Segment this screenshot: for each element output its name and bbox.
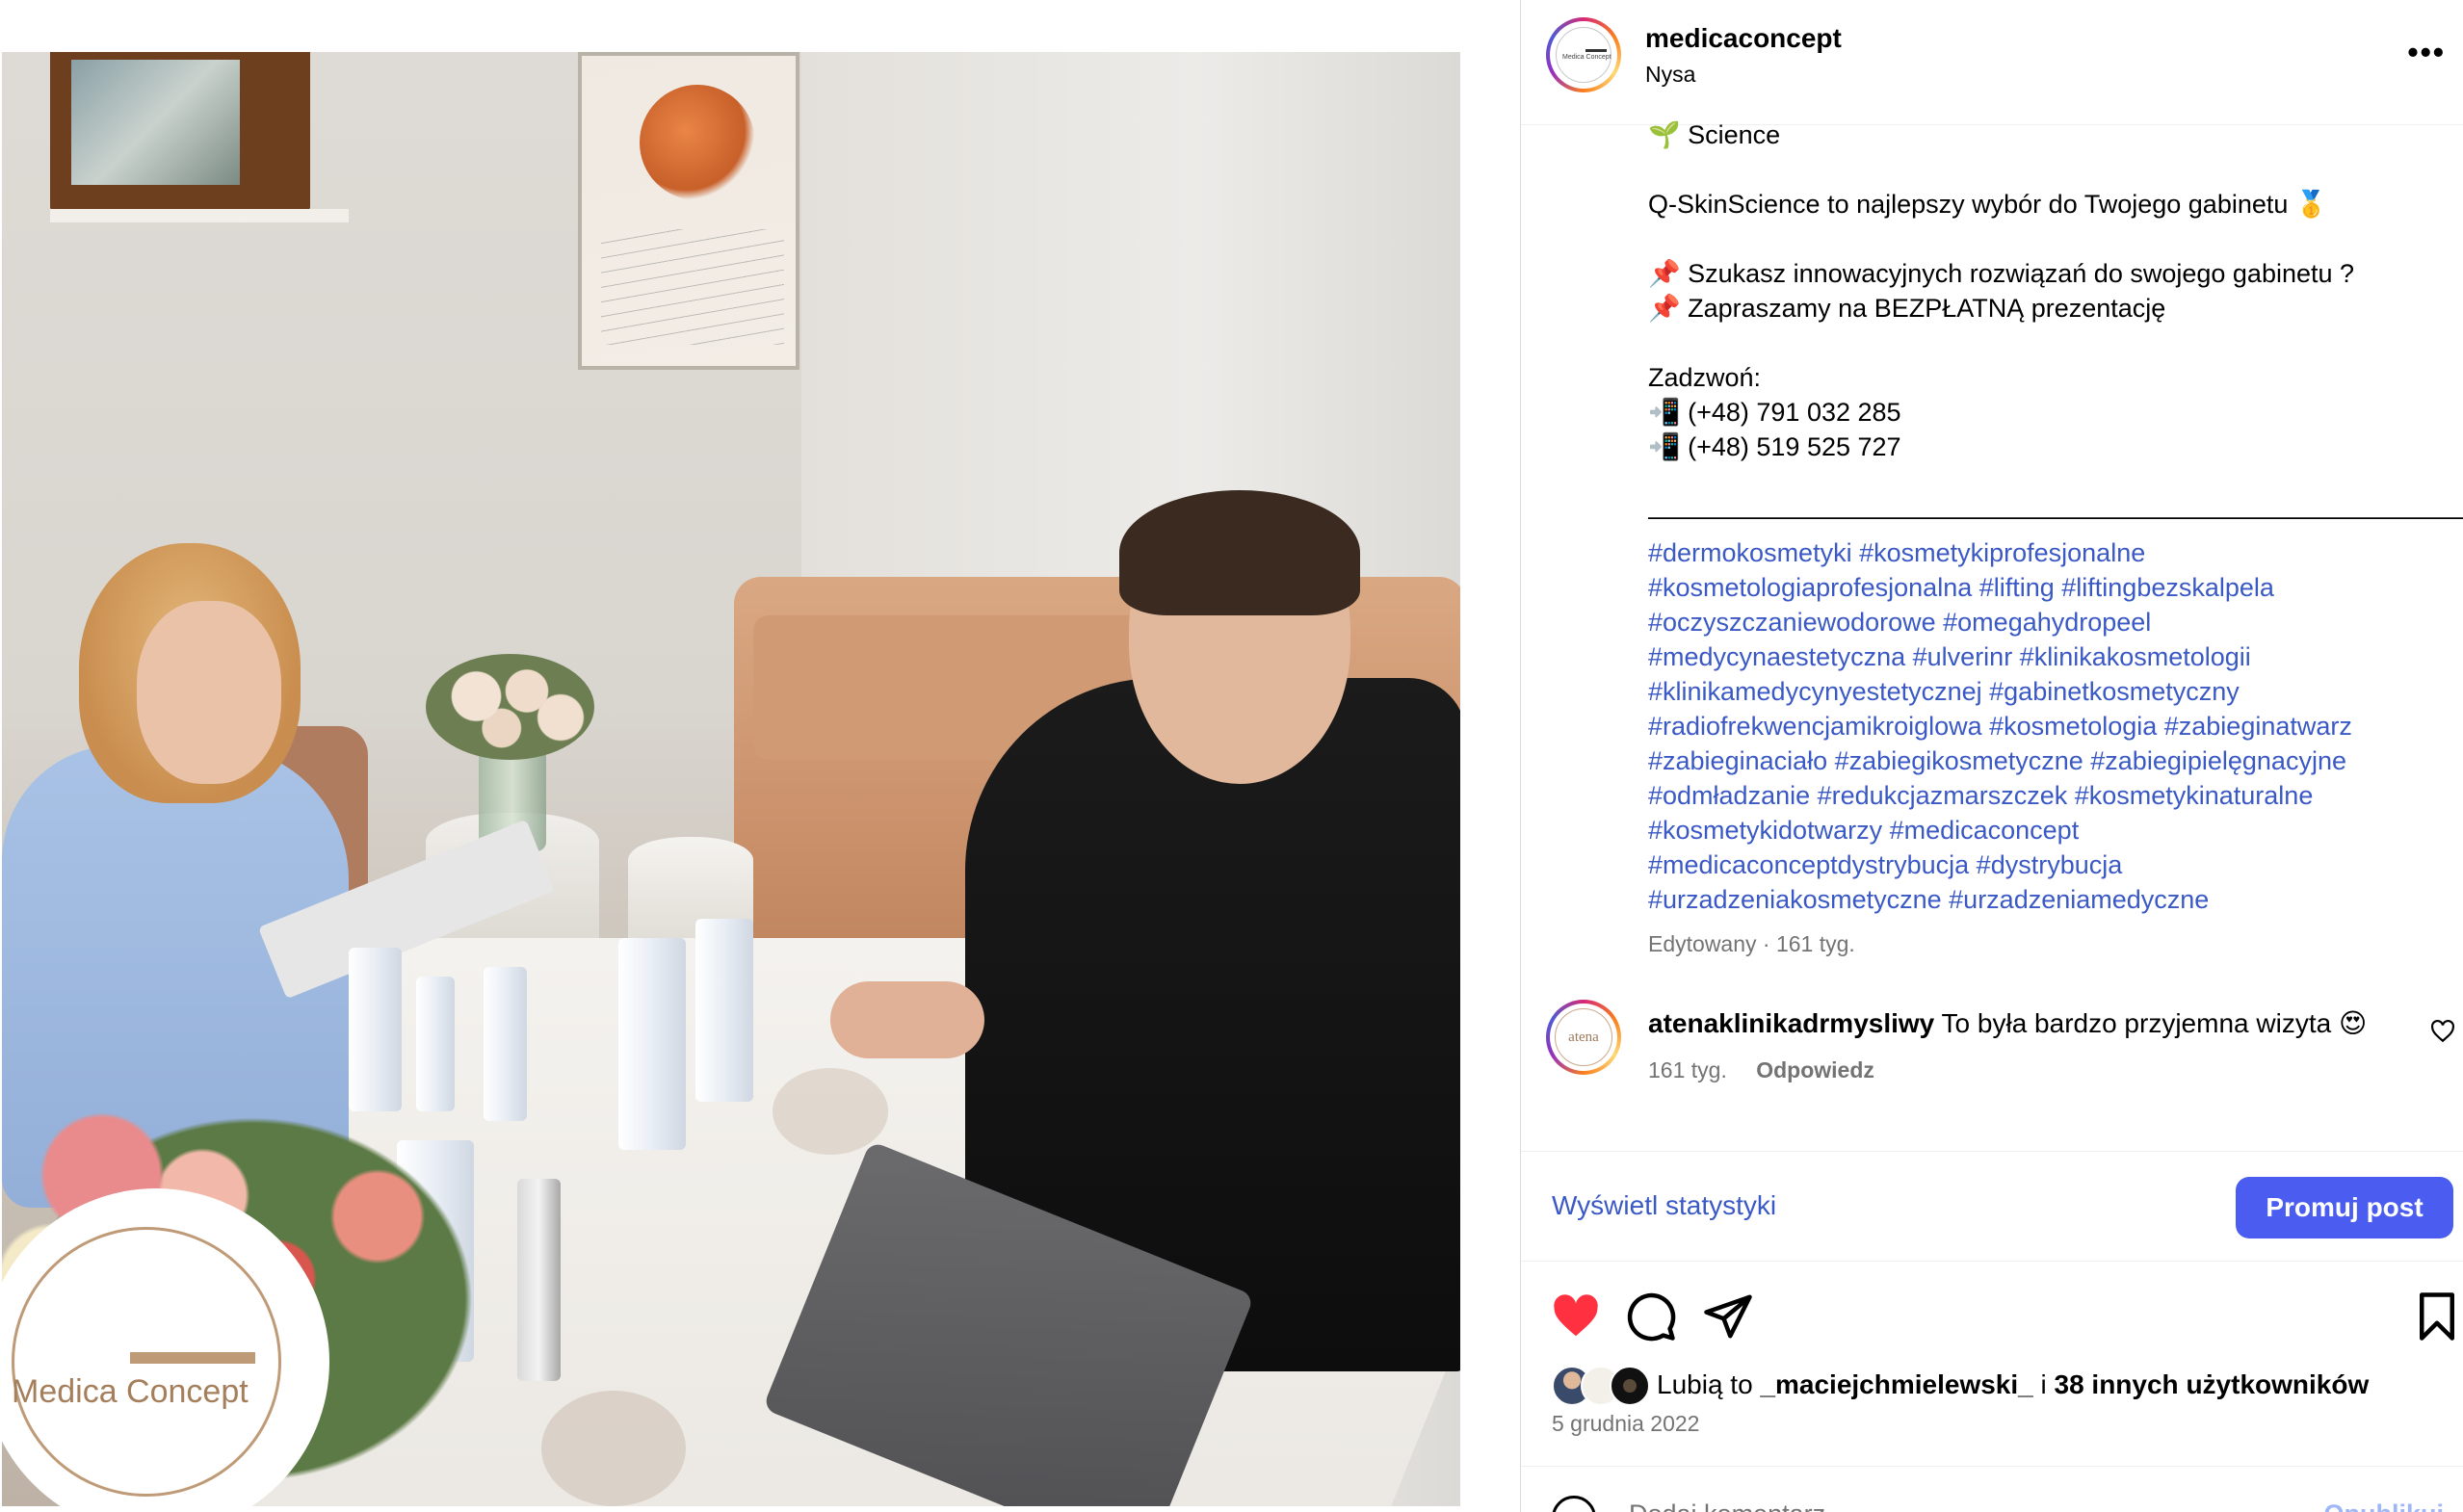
more-options-button[interactable]: •••: [2407, 35, 2446, 70]
comment-item: atena atenaklinikadrmysliwy To była bard…: [1521, 982, 2463, 1108]
reply-button[interactable]: Odpowiedz: [1756, 1057, 1874, 1082]
comment-bubble-icon[interactable]: [1625, 1290, 1677, 1343]
photo-woman-face: [137, 601, 281, 784]
hashtag-line[interactable]: #zabieginaciało #zabiegikosmetyczne #zab…: [1648, 743, 2438, 778]
photo-product: [416, 977, 455, 1111]
photo-roses: [426, 654, 594, 760]
caption-line: 📲 (+48) 791 032 285: [1648, 398, 1901, 427]
photo-window: [50, 52, 349, 222]
hashtag-line[interactable]: #urzadzeniakosmetyczne #urzadzeniamedycz…: [1648, 882, 2438, 917]
post-hashtags: #dermokosmetyki #kosmetykiprofesjonalne #…: [1648, 535, 2438, 917]
promote-post-button[interactable]: Promuj post: [2236, 1177, 2453, 1238]
hashtag-line[interactable]: #dermokosmetyki #kosmetykiprofesjonalne: [1648, 535, 2438, 570]
emoji-icon[interactable]: [1552, 1496, 1596, 1512]
add-comment-bar: Dodaj komentarz... Opublikuj: [1521, 1466, 2463, 1512]
author-username[interactable]: medicaconcept: [1645, 23, 1842, 54]
post-caption: 🌱 Science Q-SkinScience to najlepszy wybó…: [1648, 117, 2463, 534]
comment-age: 161 tyg.: [1648, 1057, 1727, 1082]
liker-avatars[interactable]: [1552, 1366, 1656, 1406]
post-photo[interactable]: Medica Concept: [2, 52, 1460, 1506]
likes-prefix: Lubią to: [1657, 1369, 1761, 1399]
liker-username[interactable]: _maciejchmielewski_: [1760, 1369, 2032, 1399]
post-location[interactable]: Nysa: [1645, 62, 1695, 88]
comment-meta: 161 tyg. Odpowiedz: [1648, 1057, 1874, 1083]
photo-product: [517, 1179, 561, 1381]
photo-logo-text: Medica Concept: [12, 1373, 249, 1410]
hashtag-line[interactable]: #medycynaestetyczna #ulverinr #klinikako…: [1648, 639, 2438, 674]
comment-body: To była bardzo przyjemna wizyta 😍: [1941, 1008, 2368, 1038]
comment-text-row: atenaklinikadrmysliwy To była bardzo prz…: [1648, 1007, 2367, 1039]
caption-line: 📌 Zapraszamy na BEZPŁATNĄ prezentację: [1648, 294, 2166, 323]
photo-logo-bar: [130, 1352, 255, 1364]
caption-line: 📌 Szukasz innowacyjnych rozwiązań do swo…: [1648, 259, 2355, 288]
likes-summary: Lubią to _maciejchmielewski_ i 38 innych…: [1521, 1358, 2463, 1416]
caption-line: ————————————————————————————————————: [1648, 502, 2463, 531]
heart-filled-icon[interactable]: [1550, 1290, 1602, 1343]
likes-text: Lubią to _maciejchmielewski_ i 38 innych…: [1657, 1369, 2369, 1400]
hashtag-line[interactable]: #medicaconceptdystrybucja #dystrybucja: [1648, 847, 2438, 882]
post-actions: [1521, 1262, 2463, 1358]
photo-man-hands: [830, 981, 984, 1058]
hashtag-line[interactable]: #radiofrekwencjamikroiglowa #kosmetologi…: [1648, 709, 2438, 743]
photo-cup: [541, 1391, 686, 1506]
caption-meta: Edytowany · 161 tyg.: [1648, 931, 1855, 956]
caption-line: 🌱 Science: [1648, 120, 1781, 149]
caption-line: Zadzwoń:: [1648, 363, 1762, 392]
author-avatar[interactable]: Medica Concept: [1546, 17, 1621, 92]
post-date[interactable]: 5 grudnia 2022: [1552, 1411, 1699, 1437]
publish-comment-button[interactable]: Opublikuj: [2324, 1499, 2445, 1512]
hashtag-line[interactable]: #kosmetologiaprofesjonalna #lifting #lif…: [1648, 570, 2438, 605]
bookmark-icon[interactable]: [2411, 1290, 2463, 1343]
hashtag-line[interactable]: #kosmetykidotwarzy #medicaconcept: [1648, 813, 2438, 847]
author-avatar-text: Medica Concept: [1562, 54, 1611, 61]
photo-man-hair: [1119, 490, 1360, 615]
more-dots-icon: •••: [2407, 35, 2446, 69]
paper-plane-icon[interactable]: [1702, 1290, 1754, 1343]
post-header: Medica Concept medicaconcept Nysa •••: [1521, 0, 2463, 125]
photo-product: [695, 919, 753, 1102]
heart-outline-icon[interactable]: [2430, 1019, 2455, 1044]
insights-bar: Wyświetl statystyki Promuj post: [1521, 1151, 2463, 1262]
commenter-username[interactable]: atenaklinikadrmysliwy: [1648, 1008, 1934, 1038]
commenter-avatar[interactable]: atena: [1546, 1000, 1621, 1075]
view-insights-link[interactable]: Wyświetl statystyki: [1552, 1190, 1776, 1221]
caption-line: 📲 (+48) 519 525 727: [1648, 432, 1901, 461]
caption-line: Q-SkinScience to najlepszy wybór do Twoj…: [1648, 190, 2328, 219]
hashtag-line[interactable]: #oczyszczaniewodorowe #omegahydropeel: [1648, 605, 2438, 639]
photo-product: [618, 938, 686, 1150]
hashtag-line[interactable]: #odmładzanie #redukcjazmarszczek #kosmet…: [1648, 778, 2438, 813]
photo-product: [349, 948, 402, 1111]
commenter-avatar-logo: atena: [1555, 1008, 1612, 1066]
hashtag-line[interactable]: #klinikamedycynyestetycznej #gabinetkosm…: [1648, 674, 2438, 709]
comment-input[interactable]: Dodaj komentarz...: [1629, 1499, 1847, 1512]
author-avatar-logo: Medica Concept: [1556, 27, 1611, 83]
liker-avatar: [1610, 1366, 1650, 1406]
photo-cup: [773, 1068, 888, 1155]
photo-painting: [578, 52, 799, 370]
likes-others-link[interactable]: 38 innych użytkowników: [2055, 1369, 2370, 1399]
likes-conjunction: i: [2032, 1369, 2055, 1399]
